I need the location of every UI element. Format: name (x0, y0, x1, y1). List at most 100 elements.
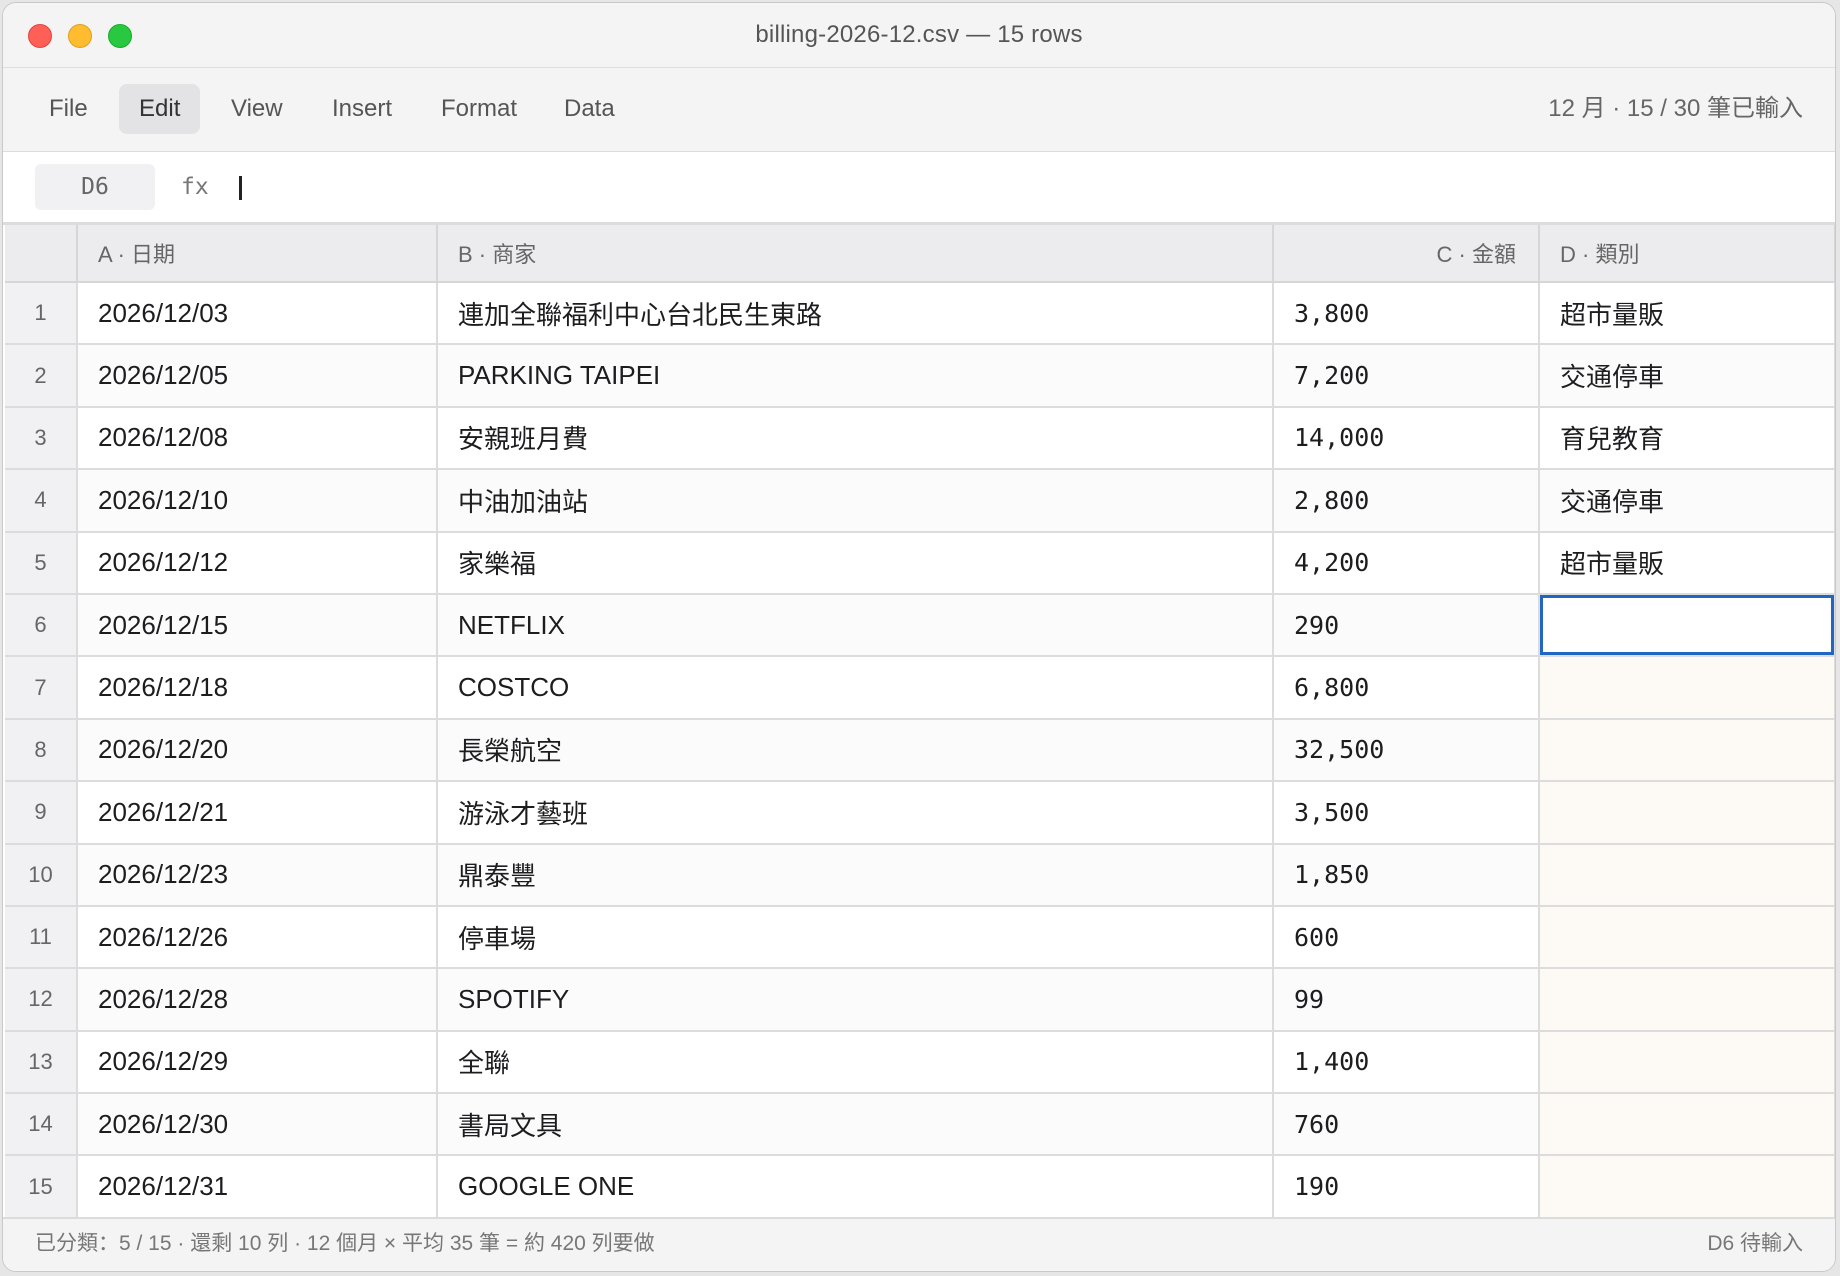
cell-amount[interactable]: 600 (1273, 905, 1540, 970)
row-number[interactable]: 5 (5, 531, 78, 595)
menu-edit[interactable]: Edit (119, 84, 201, 134)
cell-amount[interactable]: 4,200 (1273, 531, 1540, 595)
row-number[interactable]: 1 (5, 282, 78, 346)
column-header-date[interactable]: A · 日期 (77, 225, 438, 283)
cell-date[interactable]: 2026/12/26 (77, 905, 438, 970)
cell-date[interactable]: 2026/12/03 (77, 282, 438, 346)
table-row[interactable]: 5 2026/12/12 家樂福 4,200 超市量販 (5, 531, 1835, 595)
cell-category[interactable] (1539, 1155, 1835, 1219)
row-number[interactable]: 6 (5, 593, 78, 658)
cell-date[interactable]: 2026/12/18 (77, 656, 438, 720)
cell-category[interactable] (1539, 1030, 1835, 1095)
table-row[interactable]: 15 2026/12/31 GOOGLE ONE 190 (5, 1155, 1835, 1219)
cell-merchant[interactable]: 停車場 (437, 905, 1274, 970)
cell-category[interactable] (1539, 718, 1835, 783)
row-number[interactable]: 7 (5, 656, 78, 720)
table-row[interactable]: 11 2026/12/26 停車場 600 (5, 905, 1835, 970)
cell-category[interactable] (1539, 656, 1835, 720)
table-row[interactable]: 1 2026/12/03 連加全聯福利中心台北民生東路 3,800 超市量販 (5, 282, 1835, 346)
cell-merchant[interactable]: 連加全聯福利中心台北民生東路 (437, 282, 1274, 346)
cell-date[interactable]: 2026/12/28 (77, 968, 438, 1032)
cell-amount[interactable]: 6,800 (1273, 656, 1540, 720)
cell-merchant[interactable]: 安親班月費 (437, 406, 1274, 471)
row-number[interactable]: 12 (5, 968, 78, 1032)
cell-date[interactable]: 2026/12/21 (77, 781, 438, 845)
table-row[interactable]: 9 2026/12/21 游泳才藝班 3,500 (5, 781, 1835, 845)
cell-date[interactable]: 2026/12/31 (77, 1155, 438, 1219)
cell-category[interactable]: 交通停車 (1539, 344, 1835, 408)
row-number[interactable]: 2 (5, 344, 78, 408)
cell-category[interactable]: 超市量販 (1539, 531, 1835, 595)
table-row[interactable]: 3 2026/12/08 安親班月費 14,000 育兒教育 (5, 406, 1835, 471)
row-number[interactable]: 10 (5, 843, 78, 907)
cell-amount[interactable]: 32,500 (1273, 718, 1540, 783)
cell-merchant[interactable]: NETFLIX (437, 593, 1274, 658)
cell-category[interactable]: 育兒教育 (1539, 406, 1835, 471)
row-number[interactable]: 11 (5, 905, 78, 970)
column-header-category[interactable]: D · 類別 (1539, 225, 1835, 283)
cell-category[interactable] (1539, 593, 1835, 658)
menu-insert[interactable]: Insert (312, 84, 412, 134)
cell-date[interactable]: 2026/12/29 (77, 1030, 438, 1095)
row-number[interactable]: 3 (5, 406, 78, 471)
cell-amount[interactable]: 99 (1273, 968, 1540, 1032)
cell-amount[interactable]: 3,500 (1273, 781, 1540, 845)
cell-date[interactable]: 2026/12/08 (77, 406, 438, 471)
cell-merchant[interactable]: 中油加油站 (437, 469, 1274, 533)
cell-date[interactable]: 2026/12/20 (77, 718, 438, 783)
cell-category[interactable] (1539, 1093, 1835, 1157)
cell-merchant[interactable]: SPOTIFY (437, 968, 1274, 1032)
cell-amount[interactable]: 1,850 (1273, 843, 1540, 907)
table-row[interactable]: 4 2026/12/10 中油加油站 2,800 交通停車 (5, 469, 1835, 533)
cell-amount[interactable]: 190 (1273, 1155, 1540, 1219)
cell-date[interactable]: 2026/12/30 (77, 1093, 438, 1157)
cell-amount[interactable]: 1,400 (1273, 1030, 1540, 1095)
cell-date[interactable]: 2026/12/05 (77, 344, 438, 408)
table-row[interactable]: 2 2026/12/05 PARKING TAIPEI 7,200 交通停車 (5, 344, 1835, 408)
cell-amount[interactable]: 7,200 (1273, 344, 1540, 408)
cell-category[interactable] (1539, 905, 1835, 970)
cell-category[interactable]: 交通停車 (1539, 469, 1835, 533)
row-number[interactable]: 9 (5, 781, 78, 845)
menu-view[interactable]: View (211, 84, 303, 134)
cell-amount[interactable]: 290 (1273, 593, 1540, 658)
cell-category[interactable] (1539, 968, 1835, 1032)
cell-merchant[interactable]: 游泳才藝班 (437, 781, 1274, 845)
cell-merchant[interactable]: 書局文具 (437, 1093, 1274, 1157)
table-row[interactable]: 14 2026/12/30 書局文具 760 (5, 1093, 1835, 1157)
cell-amount[interactable]: 2,800 (1273, 469, 1540, 533)
cell-category[interactable] (1539, 843, 1835, 907)
table-row[interactable]: 6 2026/12/15 NETFLIX 290 (5, 593, 1835, 658)
row-number[interactable]: 4 (5, 469, 78, 533)
cell-merchant[interactable]: 家樂福 (437, 531, 1274, 595)
cell-merchant[interactable]: PARKING TAIPEI (437, 344, 1274, 408)
menu-file[interactable]: File (29, 84, 108, 134)
cell-category[interactable] (1539, 781, 1835, 845)
formula-input-caret[interactable] (239, 176, 242, 200)
row-number[interactable]: 15 (5, 1155, 78, 1219)
cell-merchant[interactable]: GOOGLE ONE (437, 1155, 1274, 1219)
row-number[interactable]: 14 (5, 1093, 78, 1157)
cell-merchant[interactable]: 鼎泰豐 (437, 843, 1274, 907)
cell-amount[interactable]: 14,000 (1273, 406, 1540, 471)
cell-amount[interactable]: 760 (1273, 1093, 1540, 1157)
cell-merchant[interactable]: 長榮航空 (437, 718, 1274, 783)
column-header-merchant[interactable]: B · 商家 (437, 225, 1274, 283)
menu-format[interactable]: Format (421, 84, 537, 134)
table-row[interactable]: 13 2026/12/29 全聯 1,400 (5, 1030, 1835, 1095)
cell-merchant[interactable]: COSTCO (437, 656, 1274, 720)
cell-date[interactable]: 2026/12/15 (77, 593, 438, 658)
cell-category[interactable]: 超市量販 (1539, 282, 1835, 346)
row-number[interactable]: 13 (5, 1030, 78, 1095)
cell-date[interactable]: 2026/12/12 (77, 531, 438, 595)
select-all-corner[interactable] (5, 225, 78, 283)
cell-reference-box[interactable]: D6 (35, 164, 155, 210)
cell-merchant[interactable]: 全聯 (437, 1030, 1274, 1095)
column-header-amount[interactable]: C · 金額 (1273, 225, 1540, 283)
table-row[interactable]: 8 2026/12/20 長榮航空 32,500 (5, 718, 1835, 783)
table-row[interactable]: 7 2026/12/18 COSTCO 6,800 (5, 656, 1835, 720)
row-number[interactable]: 8 (5, 718, 78, 783)
cell-date[interactable]: 2026/12/10 (77, 469, 438, 533)
cell-date[interactable]: 2026/12/23 (77, 843, 438, 907)
table-row[interactable]: 12 2026/12/28 SPOTIFY 99 (5, 968, 1835, 1032)
